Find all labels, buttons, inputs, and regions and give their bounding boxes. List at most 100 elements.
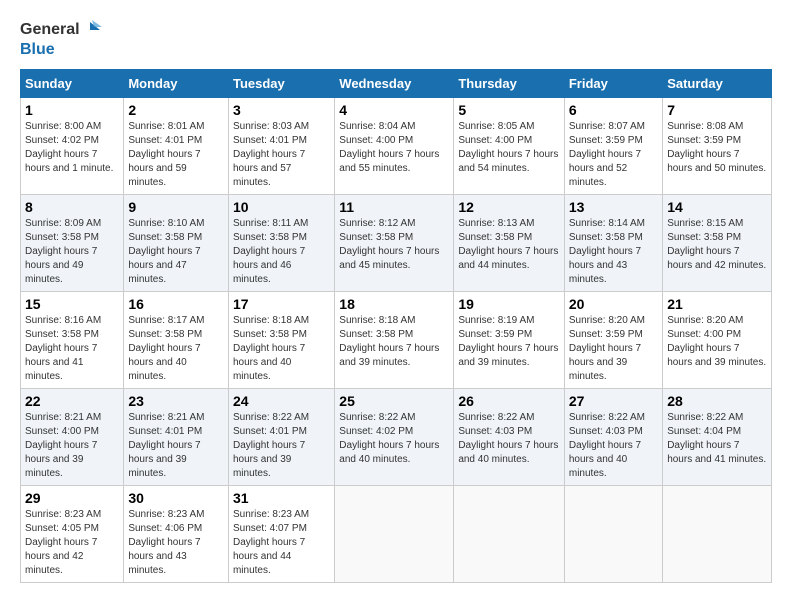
day-number: 23	[128, 393, 224, 409]
header-saturday: Saturday	[663, 70, 772, 98]
logo-text-general: General	[20, 20, 80, 39]
calendar-week-row: 1 Sunrise: 8:00 AMSunset: 4:02 PMDaylight…	[21, 98, 772, 195]
day-info: Sunrise: 8:03 AMSunset: 4:01 PMDaylight …	[233, 120, 330, 190]
calendar-cell: 19Sunrise: 8:19 AMSunset: 3:59 PMDayligh…	[454, 292, 565, 389]
day-info: Sunrise: 8:05 AMSunset: 4:00 PMDaylight …	[458, 120, 560, 176]
logo: General Blue	[20, 20, 102, 59]
day-number: 21	[667, 296, 767, 312]
day-info: Sunrise: 8:13 AMSunset: 3:58 PMDaylight …	[458, 217, 560, 273]
day-number: 16	[128, 296, 224, 312]
calendar-cell: 11 Sunrise: 8:12 AMSunset: 3:58 PMDayligh…	[335, 195, 454, 292]
day-number: 11	[339, 199, 449, 215]
logo-text-blue: Blue	[20, 40, 55, 59]
day-number: 18	[339, 296, 449, 312]
day-number: 9	[128, 199, 224, 215]
day-number: 28	[667, 393, 767, 409]
day-info: Sunrise: 8:12 AMSunset: 3:58 PMDaylight …	[339, 217, 449, 273]
calendar-cell: 21Sunrise: 8:20 AMSunset: 4:00 PMDayligh…	[663, 292, 772, 389]
day-number: 19	[458, 296, 560, 312]
calendar-cell: 22Sunrise: 8:21 AMSunset: 4:00 PMDayligh…	[21, 389, 124, 486]
day-info: Sunrise: 8:11 AMSunset: 3:58 PMDaylight …	[233, 217, 330, 287]
day-info: Sunrise: 8:23 AMSunset: 4:05 PMDaylight …	[25, 508, 119, 578]
calendar-cell: 8 Sunrise: 8:09 AMSunset: 3:58 PMDaylight…	[21, 195, 124, 292]
day-info: Sunrise: 8:21 AMSunset: 4:01 PMDaylight …	[128, 411, 224, 481]
day-number: 7	[667, 102, 767, 118]
day-number: 8	[25, 199, 119, 215]
day-info: Sunrise: 8:18 AMSunset: 3:58 PMDaylight …	[339, 314, 449, 370]
day-number: 5	[458, 102, 560, 118]
day-info: Sunrise: 8:00 AMSunset: 4:02 PMDaylight …	[25, 120, 119, 176]
calendar-cell: 28Sunrise: 8:22 AMSunset: 4:04 PMDayligh…	[663, 389, 772, 486]
day-number: 2	[128, 102, 224, 118]
day-number: 3	[233, 102, 330, 118]
day-number: 13	[569, 199, 658, 215]
day-info: Sunrise: 8:23 AMSunset: 4:07 PMDaylight …	[233, 508, 330, 578]
day-number: 22	[25, 393, 119, 409]
day-info: Sunrise: 8:08 AMSunset: 3:59 PMDaylight …	[667, 120, 767, 176]
calendar-week-row: 15 Sunrise: 8:16 AMSunset: 3:58 PMDayligh…	[21, 292, 772, 389]
calendar-cell: 1 Sunrise: 8:00 AMSunset: 4:02 PMDaylight…	[21, 98, 124, 195]
day-number: 30	[128, 490, 224, 506]
day-number: 12	[458, 199, 560, 215]
day-number: 1	[25, 102, 119, 118]
day-info: Sunrise: 8:07 AMSunset: 3:59 PMDaylight …	[569, 120, 658, 190]
calendar-table: SundayMondayTuesdayWednesdayThursdayFrid…	[20, 69, 772, 583]
day-info: Sunrise: 8:10 AMSunset: 3:58 PMDaylight …	[128, 217, 224, 287]
day-info: Sunrise: 8:16 AMSunset: 3:58 PMDaylight …	[25, 314, 119, 384]
calendar-cell: 12 Sunrise: 8:13 AMSunset: 3:58 PMDayligh…	[454, 195, 565, 292]
day-info: Sunrise: 8:14 AMSunset: 3:58 PMDaylight …	[569, 217, 658, 287]
calendar-cell: 31 Sunrise: 8:23 AMSunset: 4:07 PMDayligh…	[228, 486, 334, 583]
calendar-cell: 10 Sunrise: 8:11 AMSunset: 3:58 PMDayligh…	[228, 195, 334, 292]
calendar-cell	[663, 486, 772, 583]
header-wednesday: Wednesday	[335, 70, 454, 98]
day-info: Sunrise: 8:18 AMSunset: 3:58 PMDaylight …	[233, 314, 330, 384]
calendar-cell: 20Sunrise: 8:20 AMSunset: 3:59 PMDayligh…	[564, 292, 662, 389]
header-sunday: Sunday	[21, 70, 124, 98]
day-info: Sunrise: 8:15 AMSunset: 3:58 PMDaylight …	[667, 217, 767, 273]
calendar-cell: 25 Sunrise: 8:22 AMSunset: 4:02 PMDayligh…	[335, 389, 454, 486]
calendar-cell: 23 Sunrise: 8:21 AMSunset: 4:01 PMDayligh…	[124, 389, 229, 486]
calendar-cell	[564, 486, 662, 583]
day-number: 24	[233, 393, 330, 409]
calendar-week-row: 8 Sunrise: 8:09 AMSunset: 3:58 PMDaylight…	[21, 195, 772, 292]
calendar-cell: 6Sunrise: 8:07 AMSunset: 3:59 PMDaylight…	[564, 98, 662, 195]
header-friday: Friday	[564, 70, 662, 98]
day-number: 10	[233, 199, 330, 215]
page-header: General Blue	[20, 20, 772, 59]
calendar-cell: 14Sunrise: 8:15 AMSunset: 3:58 PMDayligh…	[663, 195, 772, 292]
day-info: Sunrise: 8:22 AMSunset: 4:03 PMDaylight …	[569, 411, 658, 481]
calendar-cell: 15 Sunrise: 8:16 AMSunset: 3:58 PMDayligh…	[21, 292, 124, 389]
header-tuesday: Tuesday	[228, 70, 334, 98]
calendar-cell: 4 Sunrise: 8:04 AMSunset: 4:00 PMDaylight…	[335, 98, 454, 195]
calendar-week-row: 29 Sunrise: 8:23 AMSunset: 4:05 PMDayligh…	[21, 486, 772, 583]
day-info: Sunrise: 8:09 AMSunset: 3:58 PMDaylight …	[25, 217, 119, 287]
calendar-cell: 2 Sunrise: 8:01 AMSunset: 4:01 PMDaylight…	[124, 98, 229, 195]
calendar-cell	[335, 486, 454, 583]
day-info: Sunrise: 8:22 AMSunset: 4:02 PMDaylight …	[339, 411, 449, 467]
calendar-cell: 18 Sunrise: 8:18 AMSunset: 3:58 PMDayligh…	[335, 292, 454, 389]
day-number: 27	[569, 393, 658, 409]
day-info: Sunrise: 8:04 AMSunset: 4:00 PMDaylight …	[339, 120, 449, 176]
calendar-cell: 13 Sunrise: 8:14 AMSunset: 3:58 PMDayligh…	[564, 195, 662, 292]
day-number: 31	[233, 490, 330, 506]
day-number: 25	[339, 393, 449, 409]
calendar-cell: 16 Sunrise: 8:17 AMSunset: 3:58 PMDayligh…	[124, 292, 229, 389]
calendar-cell: 5 Sunrise: 8:05 AMSunset: 4:00 PMDaylight…	[454, 98, 565, 195]
calendar-cell: 27 Sunrise: 8:22 AMSunset: 4:03 PMDayligh…	[564, 389, 662, 486]
day-info: Sunrise: 8:01 AMSunset: 4:01 PMDaylight …	[128, 120, 224, 190]
day-number: 26	[458, 393, 560, 409]
calendar-cell: 7 Sunrise: 8:08 AMSunset: 3:59 PMDaylight…	[663, 98, 772, 195]
logo-chevron-icon	[82, 20, 102, 40]
header-thursday: Thursday	[454, 70, 565, 98]
header-monday: Monday	[124, 70, 229, 98]
day-number: 29	[25, 490, 119, 506]
day-info: Sunrise: 8:17 AMSunset: 3:58 PMDaylight …	[128, 314, 224, 384]
calendar-header-row: SundayMondayTuesdayWednesdayThursdayFrid…	[21, 70, 772, 98]
calendar-cell: 17 Sunrise: 8:18 AMSunset: 3:58 PMDayligh…	[228, 292, 334, 389]
day-number: 4	[339, 102, 449, 118]
calendar-cell: 30Sunrise: 8:23 AMSunset: 4:06 PMDayligh…	[124, 486, 229, 583]
day-info: Sunrise: 8:22 AMSunset: 4:03 PMDaylight …	[458, 411, 560, 467]
calendar-cell	[454, 486, 565, 583]
day-number: 17	[233, 296, 330, 312]
day-number: 15	[25, 296, 119, 312]
